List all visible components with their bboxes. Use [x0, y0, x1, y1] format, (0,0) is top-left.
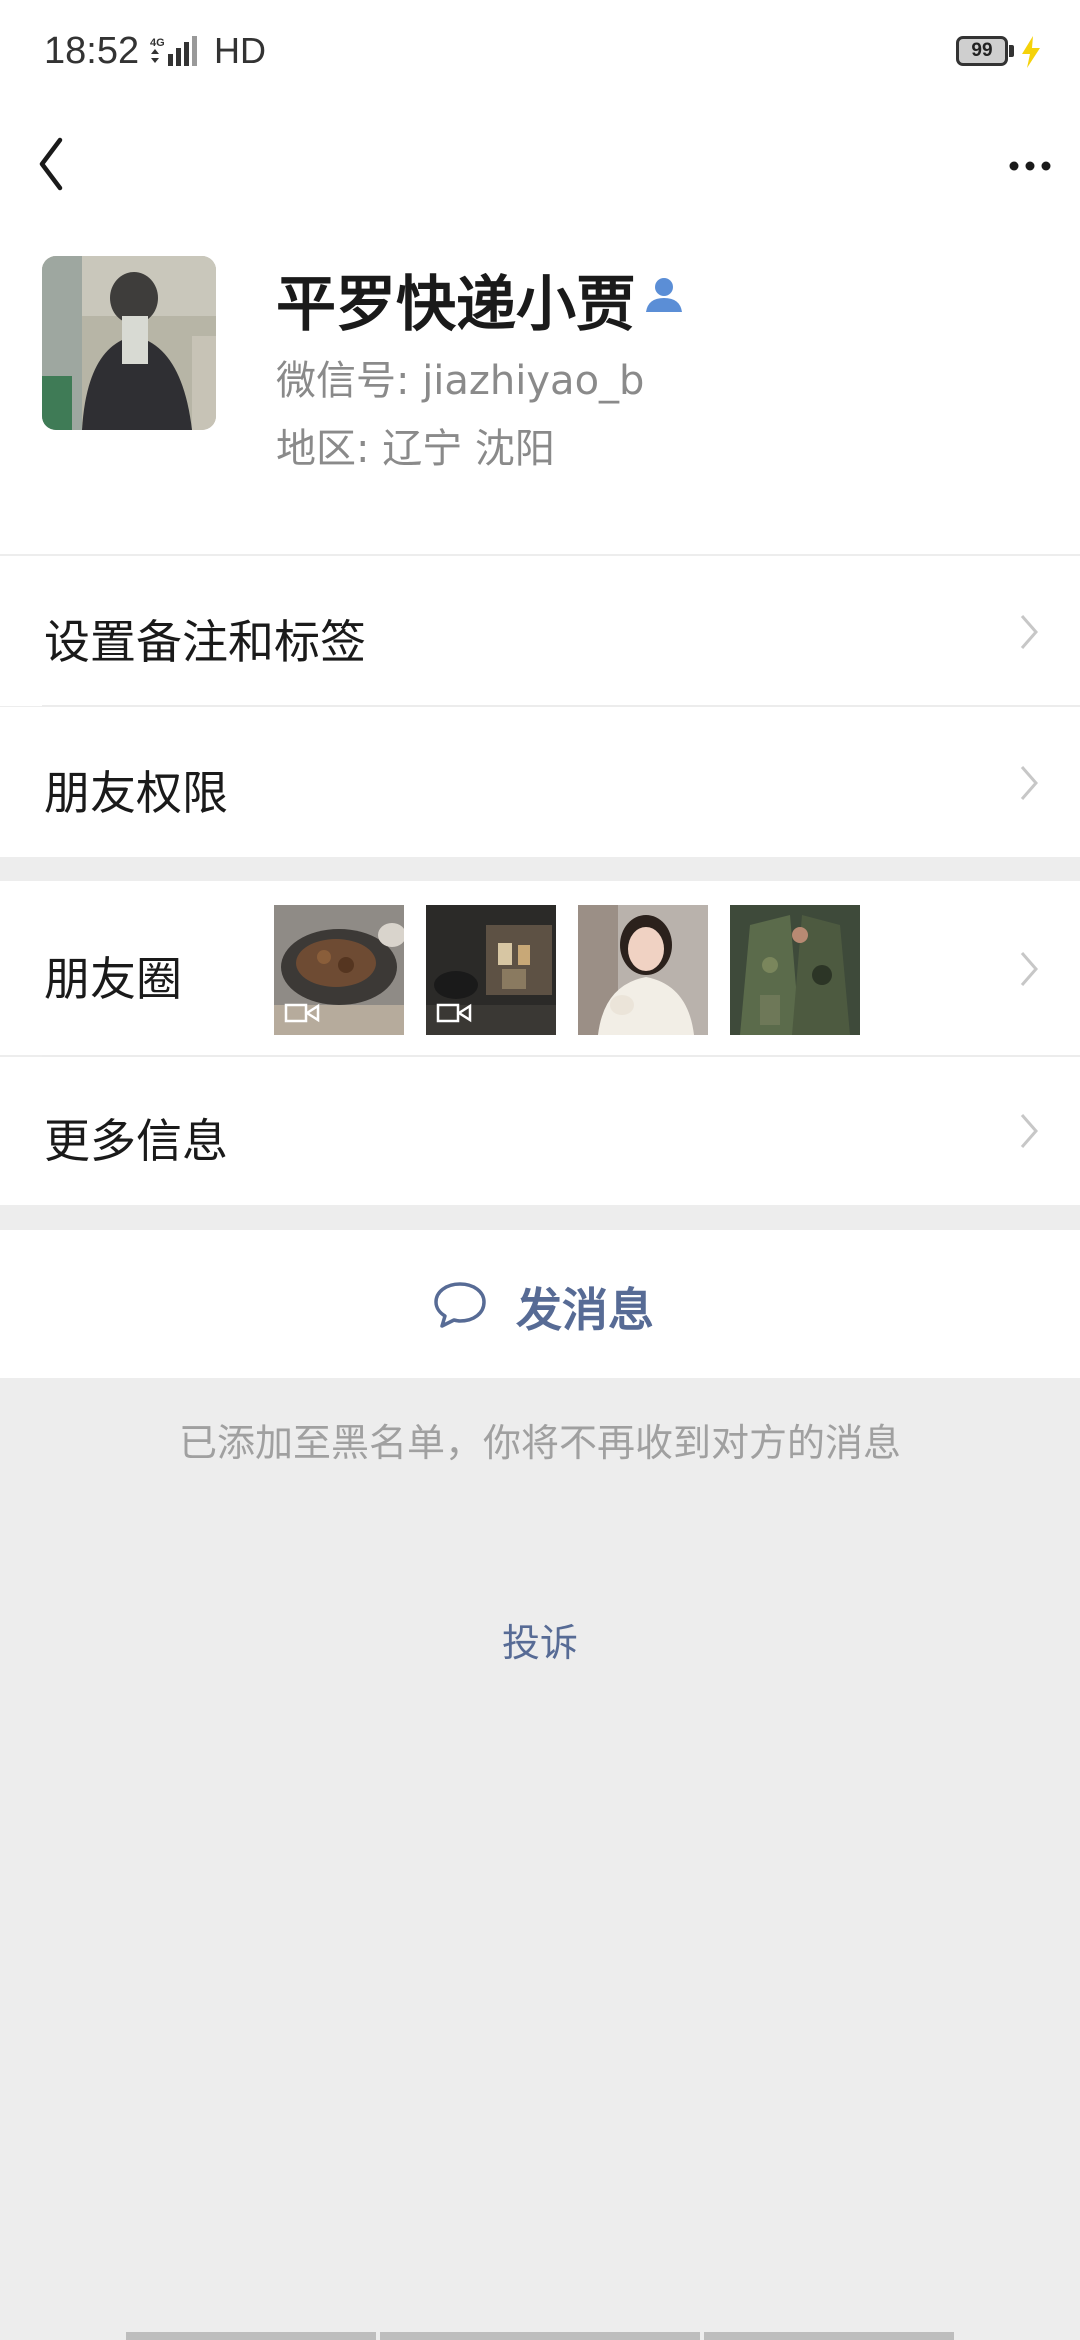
- chevron-right-icon: [1020, 952, 1038, 986]
- status-bar: 18:52 4G HD 99: [0, 0, 1080, 108]
- send-message-button[interactable]: 发消息: [0, 1230, 1080, 1378]
- remark-tags-row[interactable]: 设置备注和标签: [0, 556, 1080, 706]
- chevron-right-icon: [1020, 766, 1038, 800]
- signal-icon: 4G: [150, 36, 197, 66]
- battery-tip: [1009, 45, 1014, 57]
- wechat-id: 微信号: jiazhiyao_b: [276, 358, 645, 404]
- moments-label: 朋友圈: [44, 952, 182, 1006]
- complain-link[interactable]: 投诉: [0, 1612, 1080, 1667]
- permissions-row[interactable]: 朋友权限: [0, 707, 1080, 857]
- battery-icon: 99: [956, 36, 1008, 66]
- battery-level: 99: [971, 40, 993, 61]
- more-info-row[interactable]: 更多信息: [0, 1057, 1080, 1205]
- hd-label: HD: [214, 30, 266, 71]
- network-label: 4G: [150, 37, 165, 49]
- status-time: 18:52: [44, 30, 140, 72]
- moments-thumbnail: [274, 905, 404, 1035]
- nav-gesture-bar[interactable]: [704, 2332, 954, 2340]
- moments-thumbnail: [578, 905, 708, 1035]
- region: 地区: 辽宁 沈阳: [276, 426, 555, 472]
- send-message-label: 发消息: [516, 1283, 654, 1337]
- avatar[interactable]: [42, 256, 216, 430]
- moments-row[interactable]: 朋友圈: [0, 881, 1080, 1055]
- nav-gesture-bar[interactable]: [380, 2332, 700, 2340]
- more-options-button[interactable]: [956, 124, 1056, 204]
- profile-header: 平罗快递小贾 微信号: jiazhiyao_b 地区: 辽宁 沈阳: [0, 224, 1080, 554]
- blacklist-notice: 已添加至黑名单，你将不再收到对方的消息: [178, 1421, 901, 1465]
- chevron-right-icon: [1020, 615, 1038, 649]
- nickname: 平罗快递小贾: [276, 270, 636, 340]
- nav-gesture-bar[interactable]: [126, 2332, 376, 2340]
- more-info-label: 更多信息: [44, 1114, 228, 1168]
- nav-bar: [0, 108, 1080, 224]
- chevron-right-icon: [1020, 1114, 1038, 1148]
- moments-thumbnail: [730, 905, 860, 1035]
- permissions-label: 朋友权限: [44, 766, 228, 820]
- moments-thumbnail: [426, 905, 556, 1035]
- chat-bubble-icon: [434, 1282, 486, 1328]
- remark-tags-label: 设置备注和标签: [44, 615, 366, 669]
- charging-bolt-icon: [1022, 36, 1040, 68]
- user-icon: [646, 278, 682, 312]
- back-button[interactable]: [30, 124, 110, 204]
